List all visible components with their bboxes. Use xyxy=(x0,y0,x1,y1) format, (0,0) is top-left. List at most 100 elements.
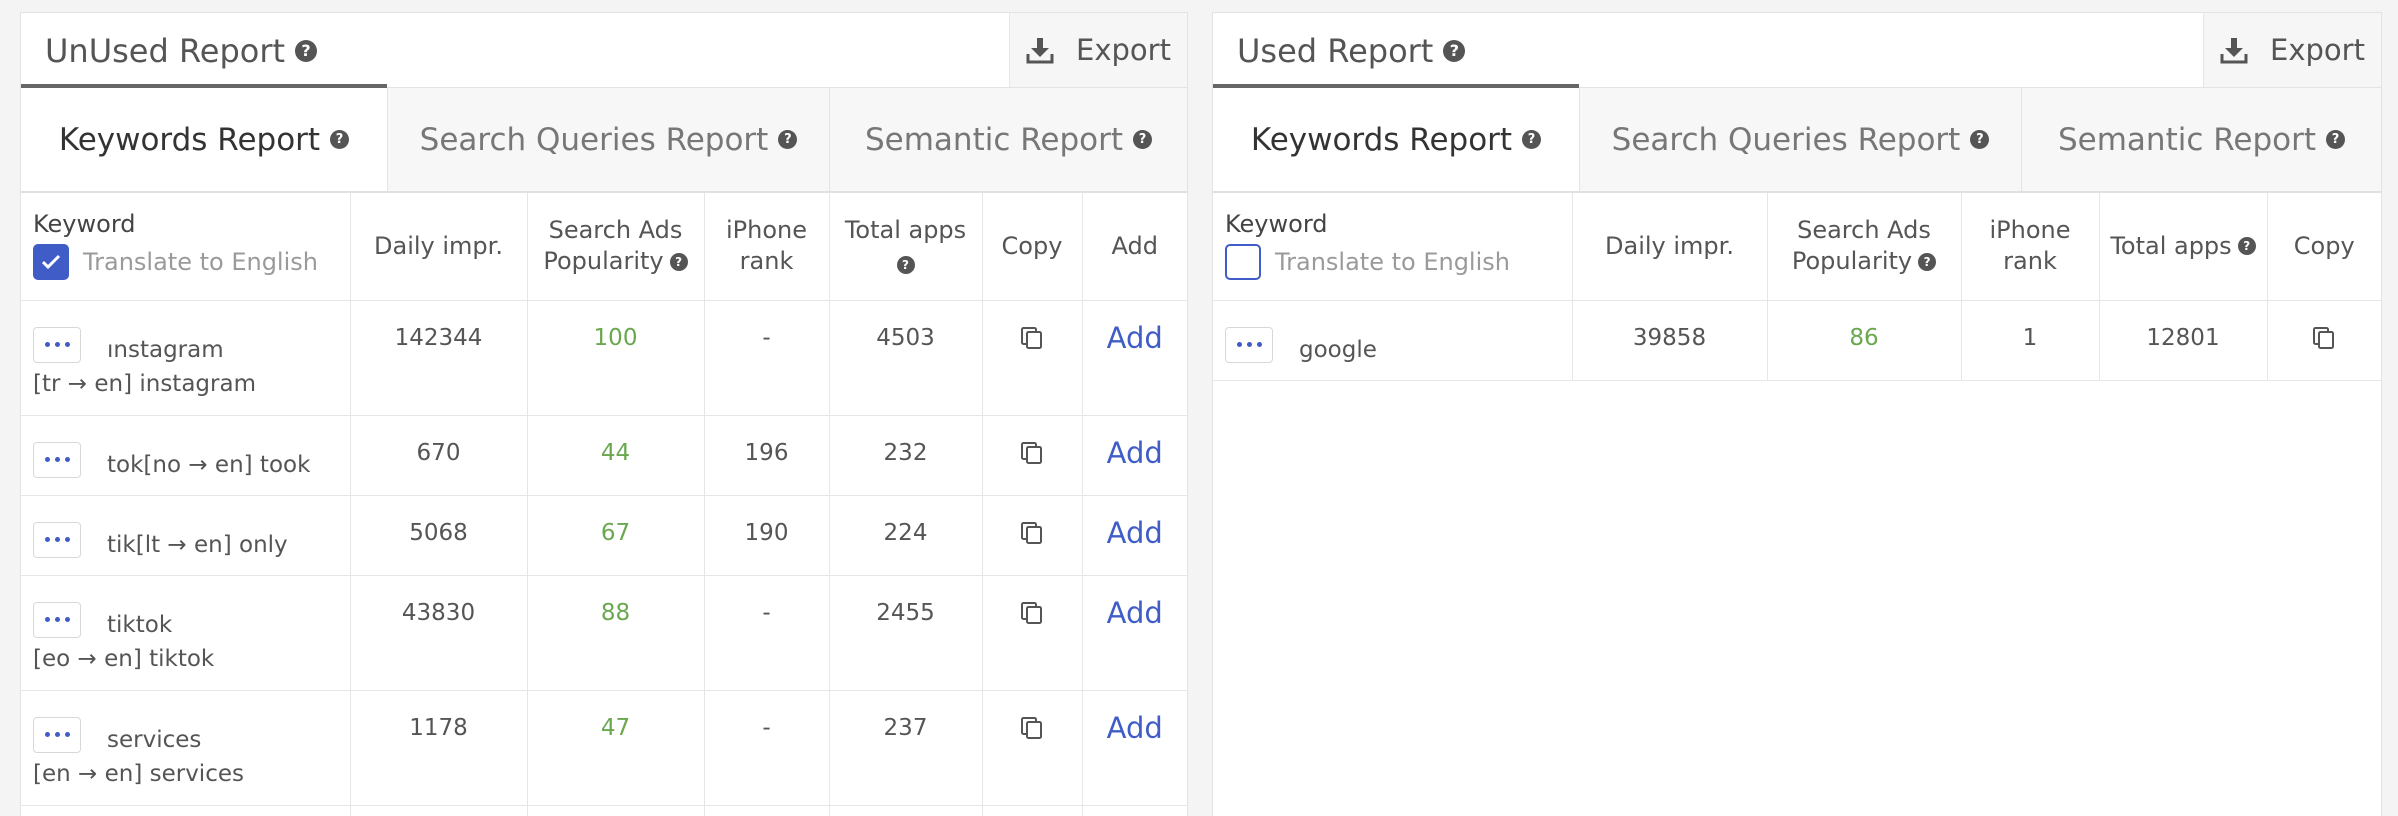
add-cell: Add xyxy=(1082,690,1187,806)
help-icon[interactable]: ? xyxy=(1970,130,1990,149)
more-dots-icon[interactable] xyxy=(33,326,81,363)
add-link[interactable]: Add xyxy=(1107,516,1163,550)
table-row: tik[lt → en] only 5068 67 190 224 Add xyxy=(21,495,1187,576)
tab-search-queries-report[interactable]: Search Queries Report ? xyxy=(387,88,829,191)
table-row: tok[no → en] took 670 44 196 232 Add xyxy=(21,415,1187,496)
checkbox-icon[interactable] xyxy=(33,244,69,280)
used-report-panel: Used Report ? Export Keywords Report ? S… xyxy=(1212,12,2382,816)
unused-report-title-text: UnUsed Report xyxy=(45,32,286,70)
column-iphone-rank[interactable]: iPhone rank xyxy=(1961,193,2100,301)
column-label-line2: rank xyxy=(739,247,794,276)
copy-icon[interactable] xyxy=(2311,325,2337,351)
help-icon[interactable]: ? xyxy=(295,40,318,62)
tab-label: Keywords Report xyxy=(58,121,321,158)
tab-keywords-report[interactable]: Keywords Report ? xyxy=(21,88,387,191)
column-copy: Copy xyxy=(982,193,1083,301)
keyword-translation: [eo → en] tiktok xyxy=(33,645,215,672)
unused-report-title: UnUsed Report ? xyxy=(45,32,318,70)
used-report-title-text: Used Report xyxy=(1237,32,1434,70)
column-search-ads-popularity[interactable]: Search Ads Popularity? xyxy=(527,193,705,301)
translate-to-english-toggle[interactable]: Translate to English xyxy=(33,244,344,280)
tab-search-queries-report[interactable]: Search Queries Report ? xyxy=(1579,88,2021,191)
column-iphone-rank[interactable]: iPhone rank xyxy=(704,193,830,301)
add-link[interactable]: Add xyxy=(1107,321,1163,355)
help-icon[interactable]: ? xyxy=(2237,237,2256,256)
copy-icon[interactable] xyxy=(1019,440,1045,466)
total-apps-cell: 232 xyxy=(829,415,983,496)
table-header-row: Keyword Translate to English Daily impr.… xyxy=(1213,193,2381,301)
table-row: tiktok [eo → en] tiktok 43830 88 - 2455 … xyxy=(21,575,1187,691)
add-link[interactable]: Add xyxy=(1107,711,1163,745)
iphone-rank-cell: - xyxy=(704,300,830,416)
used-report-title: Used Report ? xyxy=(1237,32,1466,70)
copy-icon[interactable] xyxy=(1019,325,1045,351)
tab-keywords-report[interactable]: Keywords Report ? xyxy=(1213,88,1579,191)
column-total-apps[interactable]: Total apps ? xyxy=(829,193,983,301)
tab-label: Semantic Report xyxy=(864,121,1124,158)
total-apps-cell: 4503 xyxy=(829,300,983,416)
table-row: google 39858 86 1 12801 xyxy=(1213,300,2381,381)
copy-icon[interactable] xyxy=(1019,600,1045,626)
more-dots-icon[interactable] xyxy=(33,716,81,753)
checkbox-icon[interactable] xyxy=(1225,244,1261,280)
column-label-line2: Popularity xyxy=(1791,247,1913,276)
help-icon[interactable]: ? xyxy=(778,130,798,149)
column-daily-impr[interactable]: Daily impr. xyxy=(350,193,528,301)
unused-report-panel: UnUsed Report ? Export Keywords Report ?… xyxy=(20,12,1188,816)
help-icon[interactable]: ? xyxy=(1133,130,1153,149)
daily-impr-cell: 670 xyxy=(350,415,528,496)
add-cell: Add xyxy=(1082,575,1187,691)
more-dots-icon[interactable] xyxy=(33,601,81,638)
column-label-line1: Search Ads xyxy=(548,216,683,245)
unused-report-tabs: Keywords Report ? Search Queries Report … xyxy=(21,88,1187,193)
help-icon[interactable]: ? xyxy=(669,252,688,271)
download-icon xyxy=(2220,38,2248,64)
column-keyword: Keyword Translate to English xyxy=(1213,193,1573,301)
iphone-rank-cell: - xyxy=(704,690,830,806)
add-link[interactable]: Add xyxy=(1107,436,1163,470)
unused-report-header: UnUsed Report ? Export xyxy=(21,13,1187,88)
help-icon[interactable]: ? xyxy=(1918,252,1937,271)
popularity-cell: 47 xyxy=(527,690,705,806)
more-dots-icon[interactable] xyxy=(33,441,81,478)
keyword-text: tik[lt → en] only xyxy=(107,531,288,558)
more-dots-icon[interactable] xyxy=(1225,326,1273,363)
column-search-ads-popularity[interactable]: Search Ads Popularity? xyxy=(1767,193,1962,301)
export-button[interactable]: Export xyxy=(2203,13,2381,87)
add-cell: Add xyxy=(1082,495,1187,576)
help-icon[interactable]: ? xyxy=(1522,130,1542,149)
help-icon[interactable]: ? xyxy=(896,256,915,275)
keyword-cell: tok[no → en] took xyxy=(21,415,351,496)
translate-to-english-toggle[interactable]: Translate to English xyxy=(1225,244,1566,280)
iphone-rank-cell: 1 xyxy=(1961,300,2100,381)
column-total-apps[interactable]: Total apps? xyxy=(2099,193,2268,301)
tab-semantic-report[interactable]: Semantic Report ? xyxy=(2021,88,2381,191)
copy-cell xyxy=(982,300,1083,416)
used-report-tabs: Keywords Report ? Search Queries Report … xyxy=(1213,88,2381,193)
keyword-cell: tik[lt → en] only xyxy=(21,495,351,576)
export-label: Export xyxy=(2270,33,2365,67)
tab-semantic-report[interactable]: Semantic Report ? xyxy=(829,88,1187,191)
table-row-partial xyxy=(21,805,1187,816)
help-icon[interactable]: ? xyxy=(2326,130,2346,149)
popularity-cell: 88 xyxy=(527,575,705,691)
column-daily-impr[interactable]: Daily impr. xyxy=(1572,193,1768,301)
copy-icon[interactable] xyxy=(1019,520,1045,546)
table-row: services [en → en] services 1178 47 - 23… xyxy=(21,690,1187,806)
copy-cell xyxy=(982,415,1083,496)
copy-icon[interactable] xyxy=(1019,715,1045,741)
more-dots-icon[interactable] xyxy=(33,521,81,558)
daily-impr-cell: 142344 xyxy=(350,300,528,416)
daily-impr-cell: 39858 xyxy=(1572,300,1768,381)
tab-label: Semantic Report xyxy=(2057,121,2317,158)
column-keyword-label: Keyword xyxy=(1225,210,1328,238)
export-button[interactable]: Export xyxy=(1009,13,1187,87)
help-icon[interactable]: ? xyxy=(1443,40,1466,62)
copy-cell xyxy=(982,690,1083,806)
help-icon[interactable]: ? xyxy=(330,130,350,149)
keyword-text: tiktok xyxy=(107,611,173,638)
add-link[interactable]: Add xyxy=(1107,596,1163,630)
download-icon xyxy=(1026,38,1054,64)
column-label-line1: iPhone xyxy=(725,216,807,245)
column-label-line1: Search Ads xyxy=(1797,216,1931,245)
